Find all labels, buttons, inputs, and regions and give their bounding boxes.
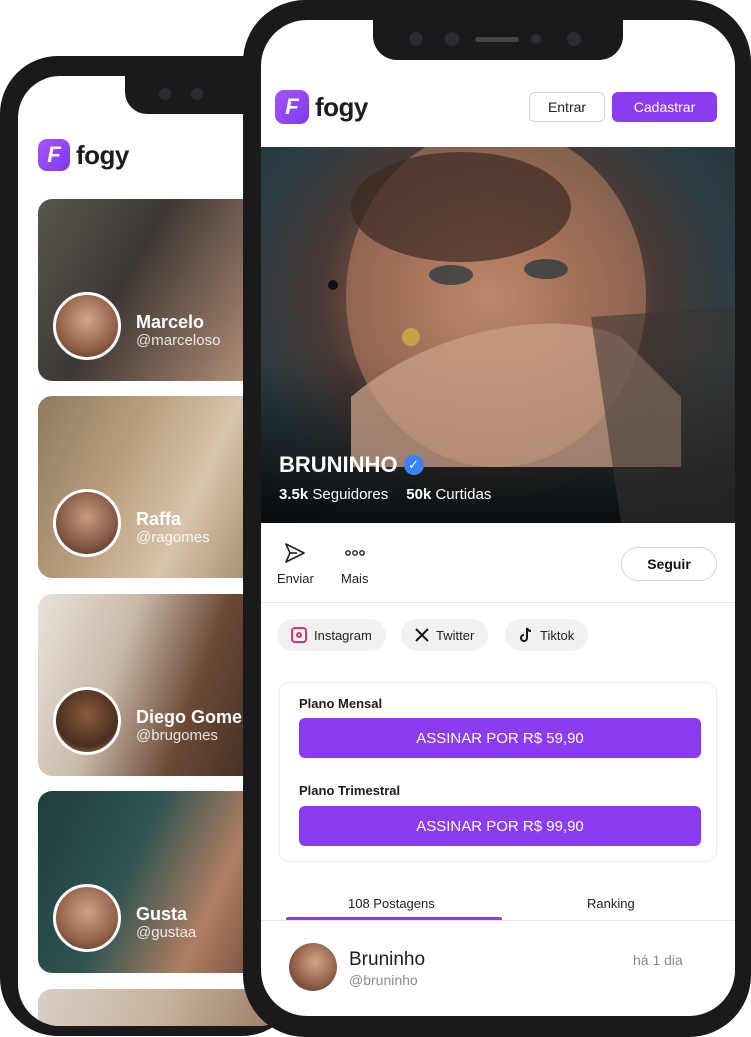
creator-name: Diego Gomes xyxy=(136,707,253,727)
creator-card[interactable]: Raffa @ragomes xyxy=(38,396,268,578)
front-phone-screen: F fogy Entrar Cadastrar BRUNINHO ✓ 3.5k xyxy=(261,20,735,1016)
speaker-grille xyxy=(475,37,519,42)
creator-card[interactable]: Marcelo @marceloso xyxy=(38,199,268,381)
tiktok-link[interactable]: Tiktok xyxy=(505,619,589,651)
tab-posts[interactable]: 108 Postagens xyxy=(348,896,435,911)
front-phone-frame: F fogy Entrar Cadastrar BRUNINHO ✓ 3.5k xyxy=(243,0,751,1037)
brand-name: fogy xyxy=(76,139,129,170)
plan-title: Plano Mensal xyxy=(299,696,383,711)
profile-name: BRUNINHO ✓ xyxy=(279,452,424,478)
follow-button[interactable]: Seguir xyxy=(621,547,717,581)
profile-name-text: BRUNINHO xyxy=(279,452,398,477)
more-label: Mais xyxy=(341,571,369,586)
followers-count: 3.5k Seguidores xyxy=(279,486,388,503)
verified-badge-icon: ✓ xyxy=(403,455,424,475)
creator-card[interactable]: Gusta @gustaa xyxy=(38,791,268,973)
likes-count: 50k Curtidas xyxy=(406,486,491,503)
creator-handle: @brugomes xyxy=(136,727,218,744)
camera-dot xyxy=(191,88,203,100)
brand-logo[interactable]: F fogy xyxy=(275,90,368,124)
subscribe-monthly-button[interactable]: ASSINAR POR R$ 59,90 xyxy=(299,718,701,758)
subscribe-quarterly-button[interactable]: ASSINAR POR R$ 99,90 xyxy=(299,806,701,846)
instagram-label: Instagram xyxy=(314,627,372,643)
x-icon xyxy=(415,628,429,642)
phone-notch xyxy=(373,20,623,60)
likes-label: Curtidas xyxy=(435,486,492,503)
instagram-link[interactable]: Instagram xyxy=(277,619,386,651)
post-author[interactable]: Bruninho xyxy=(349,949,425,971)
camera-dot xyxy=(445,32,459,46)
divider xyxy=(261,602,735,603)
post-handle: @bruninho xyxy=(349,972,418,988)
avatar xyxy=(53,292,121,360)
tiktok-label: Tiktok xyxy=(540,627,575,643)
camera-dot xyxy=(159,88,171,100)
creator-name: Raffa xyxy=(136,509,182,529)
followers-label: Seguidores xyxy=(312,486,389,503)
phone-volume-button xyxy=(0,286,1,332)
twitter-link[interactable]: Twitter xyxy=(401,619,489,651)
more-button[interactable]: Mais xyxy=(341,541,368,586)
front-camera xyxy=(531,34,541,44)
creator-handle: @gustaa xyxy=(136,924,197,941)
twitter-label: Twitter xyxy=(436,627,475,643)
fogy-logo-icon: F xyxy=(38,139,70,171)
send-button[interactable]: Enviar xyxy=(277,541,314,586)
divider xyxy=(261,920,735,921)
avatar xyxy=(53,884,121,952)
fogy-logo-icon: F xyxy=(275,90,309,124)
brand-logo[interactable]: F fogy xyxy=(38,139,129,171)
avatar xyxy=(53,687,121,755)
profile-cover: BRUNINHO ✓ 3.5k Seguidores 50k Curtidas xyxy=(261,147,735,523)
brand-name: fogy xyxy=(315,91,368,122)
creator-card[interactable]: Diego Gomes @brugomes xyxy=(38,594,268,776)
signup-button[interactable]: Cadastrar xyxy=(612,92,717,122)
plan-title: Plano Trimestral xyxy=(299,783,401,798)
likes-value: 50k xyxy=(406,486,432,503)
creator-name: Marcelo xyxy=(136,312,205,332)
more-dots-icon xyxy=(344,550,365,556)
post-timestamp: há 1 dia xyxy=(633,952,683,968)
profile-stats: 3.5k Seguidores 50k Curtidas xyxy=(279,486,491,503)
creator-handle: @ragomes xyxy=(136,529,210,546)
subscription-plans: Plano Mensal ASSINAR POR R$ 59,90 Plano … xyxy=(279,682,717,862)
avatar[interactable] xyxy=(289,943,337,991)
login-button[interactable]: Entrar xyxy=(529,92,605,122)
creator-card[interactable] xyxy=(38,989,268,1026)
avatar xyxy=(53,489,121,557)
phone-side-button xyxy=(0,236,1,262)
sensor-dot xyxy=(567,32,581,46)
send-label: Enviar xyxy=(277,571,314,586)
creator-handle: @marceloso xyxy=(136,332,221,349)
send-icon xyxy=(285,543,306,563)
tiktok-icon xyxy=(520,627,532,642)
camera-dot xyxy=(409,32,423,46)
followers-value: 3.5k xyxy=(279,486,309,503)
instagram-icon xyxy=(291,627,307,643)
creator-name: Gusta xyxy=(136,904,188,924)
tab-ranking[interactable]: Ranking xyxy=(587,896,635,911)
